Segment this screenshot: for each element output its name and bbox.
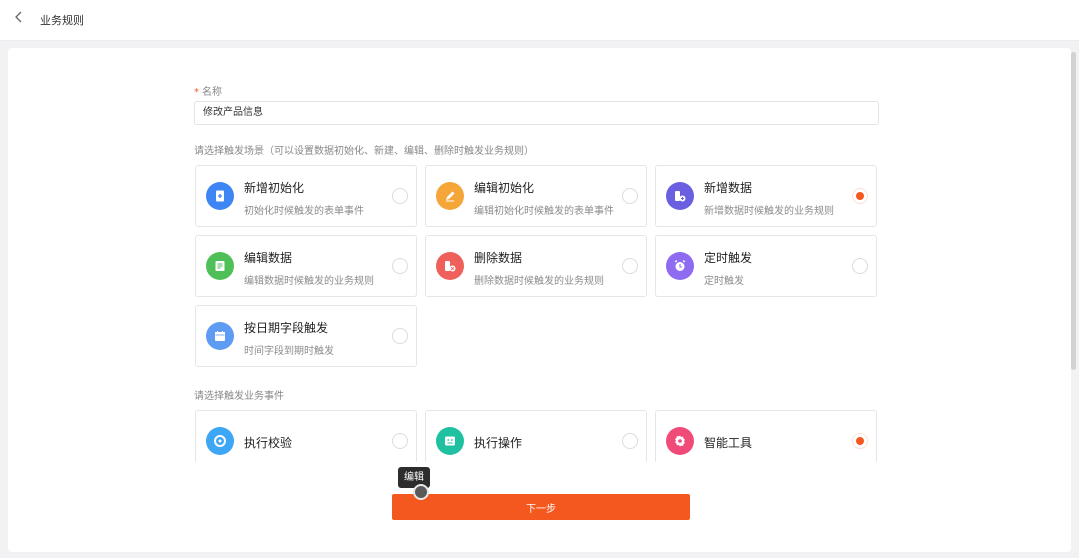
event-option-card[interactable]: 智能工具 (655, 410, 877, 462)
event-option-card[interactable]: 执行操作 (425, 410, 647, 462)
next-step-button[interactable]: 下一步 (392, 494, 690, 520)
radio-button[interactable] (622, 433, 638, 449)
event-option-title: 执行校验 (244, 436, 293, 450)
chevron-left-icon[interactable] (14, 11, 23, 27)
radio-button[interactable] (392, 433, 408, 449)
scrollbar[interactable] (1071, 52, 1076, 370)
gear-icon (666, 427, 694, 455)
check-circle-icon (206, 427, 234, 455)
event-option-title: 智能工具 (704, 436, 753, 450)
event-options: 执行校验 执行操作 智能工具 (8, 48, 1071, 462)
top-bar: 业务规则 (0, 0, 1079, 41)
cursor-indicator (413, 484, 429, 500)
radio-button[interactable] (852, 433, 868, 449)
form-panel: * 名称 修改产品信息 请选择触发场景（可以设置数据初始化、新建、编辑、删除时触发… (8, 48, 1071, 552)
event-option-card[interactable]: 执行校验 (195, 410, 417, 462)
event-option-title: 执行操作 (474, 436, 523, 450)
page-title: 业务规则 (40, 14, 84, 27)
operation-icon (436, 427, 464, 455)
